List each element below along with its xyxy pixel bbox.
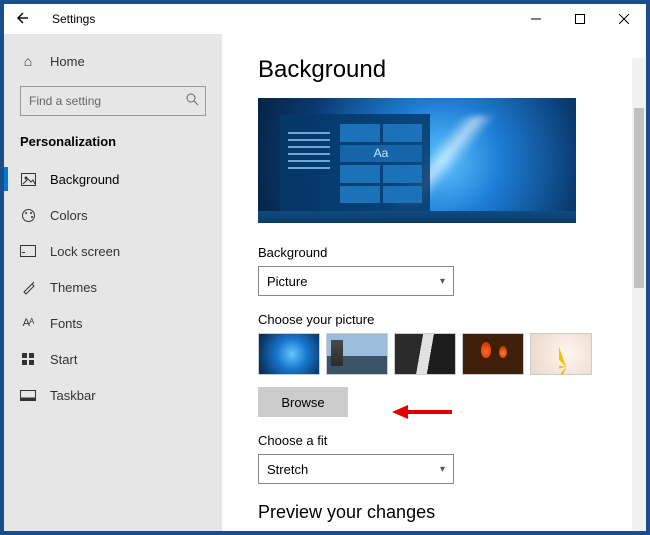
sidebar-item-lockscreen[interactable]: Lock screen — [4, 233, 222, 269]
fit-select-value: Stretch — [267, 462, 308, 477]
scrollbar[interactable] — [632, 58, 646, 531]
sidebar-item-start[interactable]: Start — [4, 341, 222, 377]
picture-thumbnails — [258, 333, 618, 375]
background-select-value: Picture — [267, 274, 307, 289]
sidebar-item-label: Colors — [50, 208, 88, 223]
sidebar-item-colors[interactable]: Colors — [4, 197, 222, 233]
picture-thumb-4[interactable] — [462, 333, 524, 375]
chevron-down-icon: ▾ — [440, 464, 445, 475]
fonts-icon: AA — [20, 317, 36, 329]
sidebar-item-taskbar[interactable]: Taskbar — [4, 377, 222, 413]
preview-changes-heading: Preview your changes — [258, 502, 618, 523]
sidebar-item-themes[interactable]: Themes — [4, 269, 222, 305]
sidebar-home[interactable]: ⌂ Home — [4, 44, 222, 78]
sidebar: ⌂ Home Find a setting Personalization Ba… — [4, 34, 222, 531]
settings-window: Settings ⌂ Home Find a setting Personali… — [4, 4, 646, 531]
background-select[interactable]: Picture ▾ — [258, 266, 454, 296]
chevron-down-icon: ▾ — [440, 276, 445, 287]
back-icon — [14, 11, 28, 28]
window-title: Settings — [52, 12, 95, 26]
minimize-button[interactable] — [514, 4, 558, 34]
sidebar-item-label: Lock screen — [50, 244, 120, 259]
picture-thumb-3[interactable] — [394, 333, 456, 375]
picture-icon — [20, 173, 36, 186]
titlebar: Settings — [4, 4, 646, 34]
lockscreen-icon — [20, 245, 36, 257]
choose-picture-label: Choose your picture — [258, 312, 618, 327]
browse-button-label: Browse — [281, 395, 324, 410]
sidebar-section-title: Personalization — [4, 128, 222, 161]
palette-icon — [20, 208, 36, 223]
maximize-button[interactable] — [558, 4, 602, 34]
picture-thumb-2[interactable] — [326, 333, 388, 375]
sidebar-item-label: Fonts — [50, 316, 83, 331]
sidebar-item-fonts[interactable]: AA Fonts — [4, 305, 222, 341]
browse-button[interactable]: Browse — [258, 387, 348, 417]
start-icon — [20, 353, 36, 366]
sidebar-item-label: Background — [50, 172, 119, 187]
close-button[interactable] — [602, 4, 646, 34]
taskbar-icon — [20, 390, 36, 401]
preview-aa-tile: Aa — [340, 145, 422, 163]
desktop-preview: Aa — [258, 98, 576, 223]
sidebar-item-label: Start — [50, 352, 77, 367]
page-title: Background — [258, 56, 618, 84]
search-icon — [186, 93, 199, 109]
sidebar-home-label: Home — [50, 54, 85, 69]
fit-select[interactable]: Stretch ▾ — [258, 454, 454, 484]
background-label: Background — [258, 245, 618, 260]
sidebar-item-label: Taskbar — [50, 388, 96, 403]
scrollbar-thumb[interactable] — [634, 108, 644, 288]
back-button[interactable] — [4, 4, 38, 34]
picture-thumb-5[interactable] — [530, 333, 592, 375]
fit-label: Choose a fit — [258, 433, 618, 448]
picture-thumb-1[interactable] — [258, 333, 320, 375]
themes-icon — [20, 280, 36, 295]
sidebar-item-label: Themes — [50, 280, 97, 295]
content-pane: Background Aa Background Picture ▾ — [222, 34, 646, 531]
search-input[interactable]: Find a setting — [20, 86, 206, 116]
sidebar-item-background[interactable]: Background — [4, 161, 222, 197]
home-icon: ⌂ — [20, 53, 36, 69]
search-placeholder: Find a setting — [29, 94, 101, 108]
